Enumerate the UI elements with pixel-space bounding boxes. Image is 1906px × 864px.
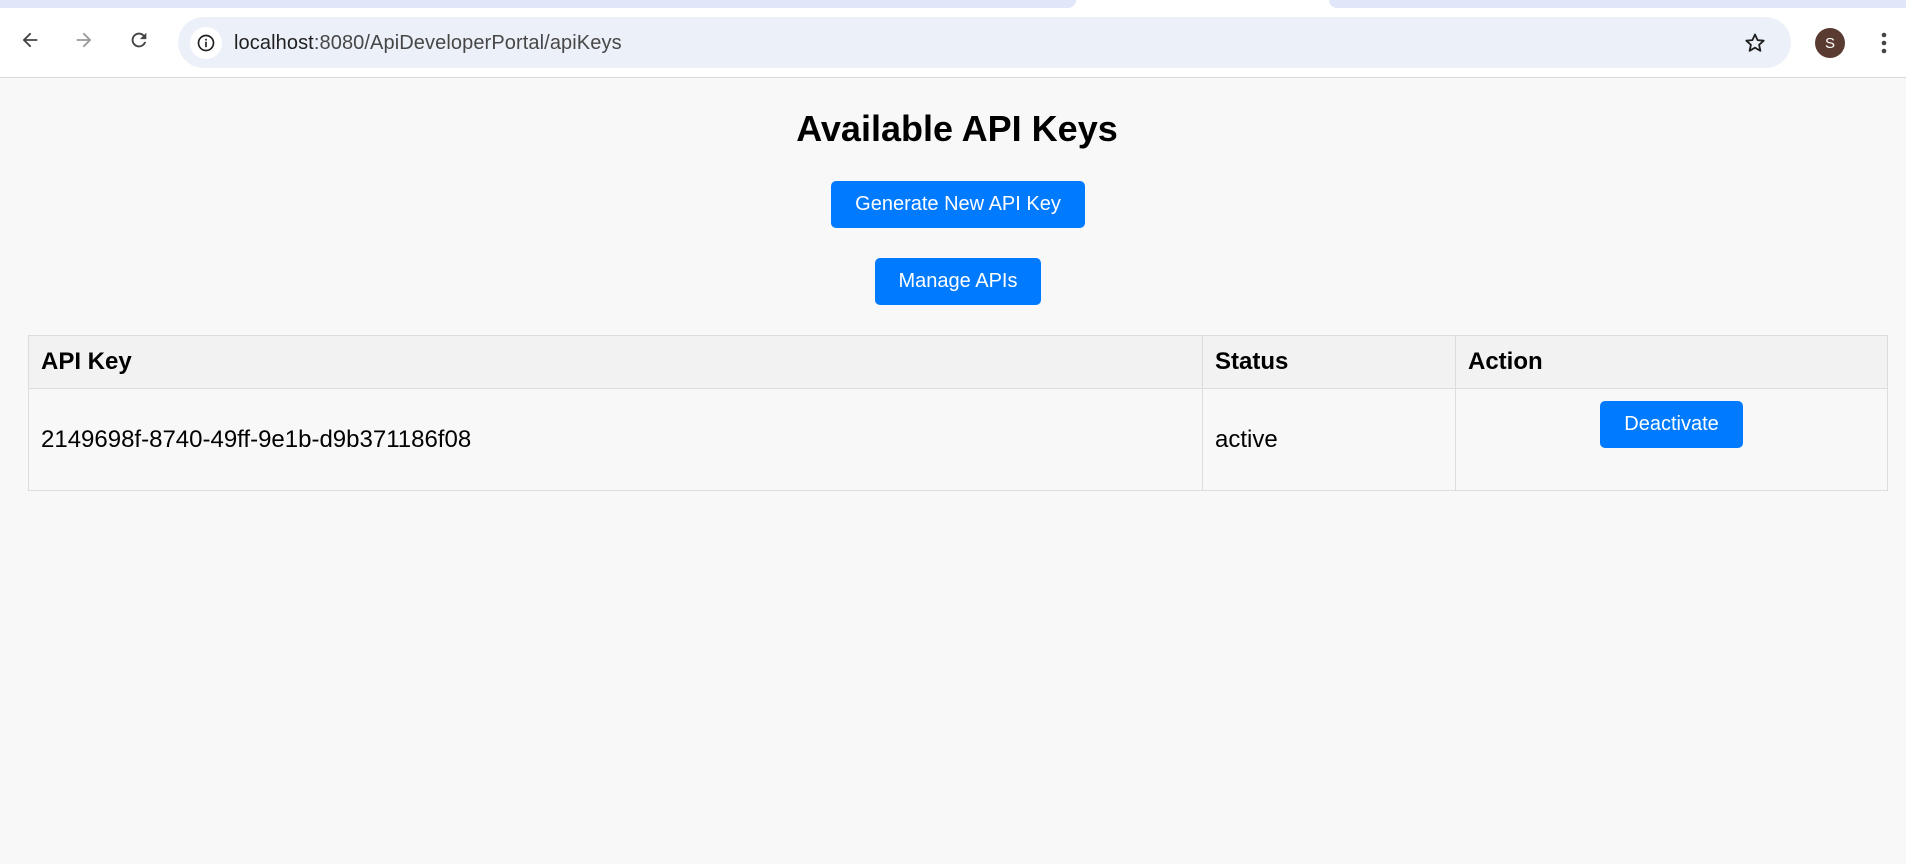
inactive-tab-right[interactable] (1329, 0, 1906, 8)
inactive-tab-left[interactable] (0, 0, 1076, 8)
url-text[interactable]: localhost:8080/ApiDeveloperPortal/apiKey… (234, 32, 622, 55)
deactivate-button[interactable]: Deactivate (1600, 401, 1743, 448)
profile-avatar[interactable]: S (1815, 28, 1845, 58)
reload-button[interactable] (123, 24, 155, 56)
browser-toolbar: localhost:8080/ApiDeveloperPortal/apiKey… (0, 8, 1906, 78)
header-action: Action (1455, 335, 1888, 389)
action-cell: Deactivate (1455, 388, 1888, 491)
back-button[interactable] (14, 24, 46, 56)
generate-api-key-button[interactable]: Generate New API Key (831, 181, 1085, 228)
url-path: :8080/ApiDeveloperPortal/apiKeys (313, 32, 622, 54)
address-bar[interactable]: localhost:8080/ApiDeveloperPortal/apiKey… (178, 17, 1791, 68)
api-key-value: 2149698f-8740-49ff-9e1b-d9b371186f08 (28, 388, 1203, 491)
site-info-icon (197, 34, 215, 52)
table-header-row: API Key Status Action (28, 335, 1888, 389)
bookmark-star-icon (1745, 33, 1765, 52)
header-api-key: API Key (28, 335, 1203, 389)
site-info-button[interactable] (190, 27, 222, 59)
browser-menu-button[interactable] (1872, 28, 1896, 58)
more-vert-icon (1881, 32, 1887, 54)
reload-icon (131, 32, 147, 48)
forward-button[interactable] (68, 24, 100, 56)
header-status: Status (1202, 335, 1456, 389)
forward-arrow-icon (76, 32, 92, 48)
back-arrow-icon (22, 32, 38, 48)
page-title: Available API Keys (796, 108, 1118, 149)
url-host: localhost (234, 32, 314, 54)
tab-strip (0, 0, 1906, 8)
bookmark-button[interactable] (1741, 29, 1769, 57)
manage-apis-button[interactable]: Manage APIs (875, 258, 1041, 305)
api-keys-table: API Key Status Action 2149698f-8740-49ff… (28, 335, 1888, 491)
status-value: active (1202, 388, 1456, 491)
table-row: 2149698f-8740-49ff-9e1b-d9b371186f08 act… (28, 388, 1888, 491)
